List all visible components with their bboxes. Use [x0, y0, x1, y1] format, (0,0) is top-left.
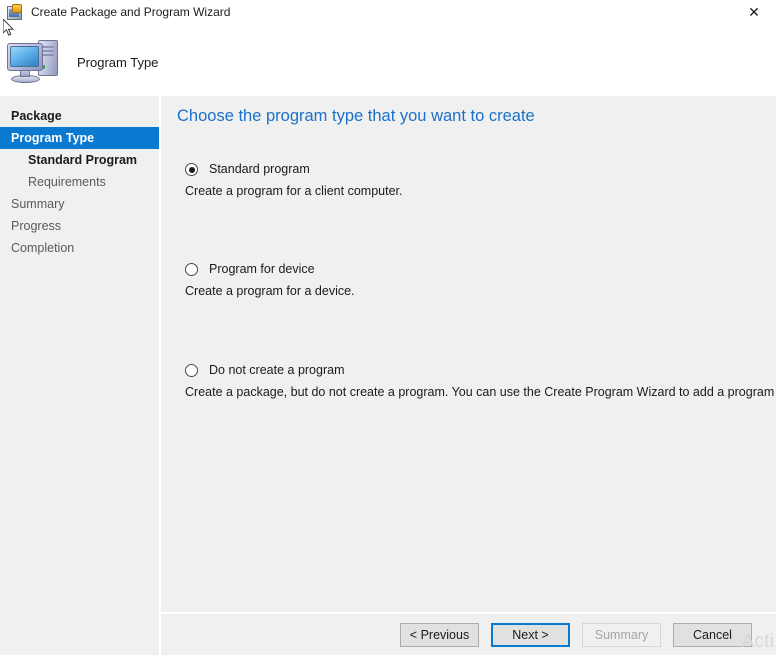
sidebar-item-completion[interactable]: Completion [0, 237, 159, 259]
sidebar-item-summary[interactable]: Summary [0, 193, 159, 215]
cancel-button[interactable]: Cancel [673, 622, 752, 647]
option-program-for-device[interactable]: Program for device Create a program for … [185, 261, 776, 299]
option-label: Do not create a program [209, 363, 345, 377]
option-description: Create a program for a device. [185, 284, 355, 298]
sidebar-item-program-type[interactable]: Program Type [0, 127, 159, 149]
close-icon[interactable]: ✕ [732, 0, 776, 26]
radio-program-for-device[interactable] [185, 263, 198, 276]
body-area: Package Program Type Standard Program Re… [0, 96, 776, 655]
next-button[interactable]: Next > [491, 622, 570, 647]
page-title: Program Type [77, 54, 159, 70]
computer-icon [5, 38, 63, 86]
program-type-radio-group: Standard program Create a program for a … [161, 161, 776, 400]
option-description: Create a program for a client computer. [185, 184, 403, 198]
sidebar-item-requirements[interactable]: Requirements [0, 171, 159, 193]
title-bar: Create Package and Program Wizard ✕ [0, 0, 776, 28]
content-panel: Choose the program type that you want to… [161, 96, 776, 612]
option-label: Standard program [209, 162, 310, 176]
sidebar-item-standard-program[interactable]: Standard Program [0, 149, 159, 171]
sidebar-item-package[interactable]: Package [0, 105, 159, 127]
option-label: Program for device [209, 262, 315, 276]
window-title: Create Package and Program Wizard [31, 5, 231, 19]
option-description: Create a package, but do not create a pr… [185, 385, 776, 399]
content-column: Choose the program type that you want to… [161, 96, 776, 655]
wizard-header: Program Type [0, 28, 776, 96]
wizard-window: Create Package and Program Wizard ✕ Prog… [0, 0, 776, 655]
summary-button: Summary [582, 622, 661, 647]
radio-do-not-create-program[interactable] [185, 364, 198, 377]
wizard-step-nav: Package Program Type Standard Program Re… [0, 96, 161, 655]
option-do-not-create-program[interactable]: Do not create a program Create a package… [185, 362, 776, 400]
radio-standard-program[interactable] [185, 163, 198, 176]
wizard-button-bar: < Previous Next > Summary Cancel Acti [161, 612, 776, 655]
previous-button[interactable]: < Previous [400, 622, 479, 647]
option-standard-program[interactable]: Standard program Create a program for a … [185, 161, 776, 199]
content-heading: Choose the program type that you want to… [177, 107, 535, 125]
package-wizard-icon [7, 4, 23, 21]
sidebar-item-progress[interactable]: Progress [0, 215, 159, 237]
